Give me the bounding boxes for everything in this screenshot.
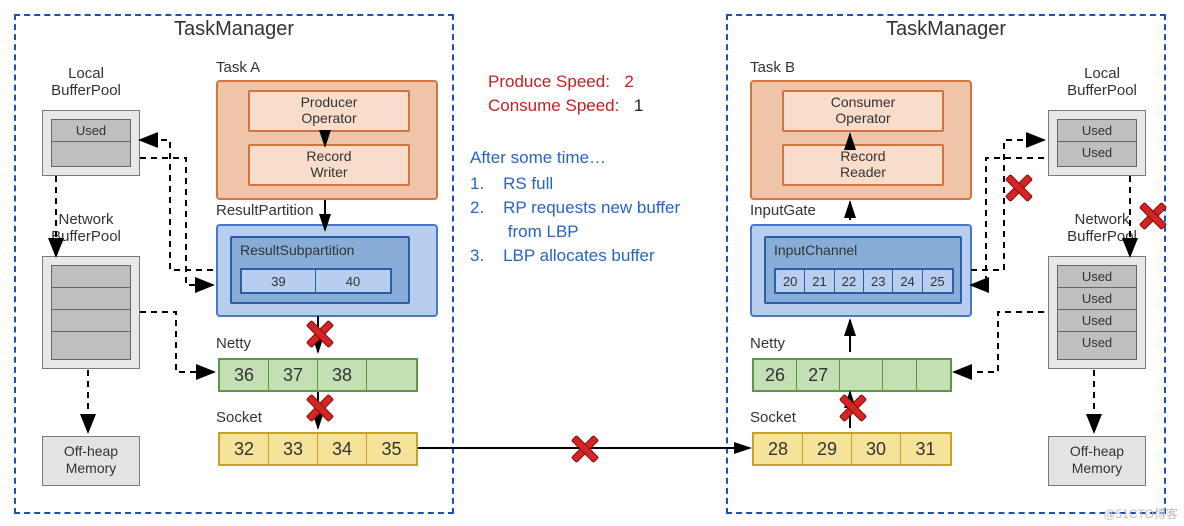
lbp-row: Used [1058, 142, 1136, 164]
task-b-container: Consumer Operator Record Reader [750, 80, 972, 200]
network-bufferpool-label-left: Network BufferPool [36, 212, 136, 245]
step2b: from LBP [470, 222, 579, 242]
socket-cell: 32 [220, 434, 269, 464]
produce-speed-value: 2 [624, 72, 633, 91]
netty-cell: 38 [318, 360, 367, 390]
consume-speed-label: Consume Speed: [488, 96, 619, 115]
input-gate-label: InputGate [750, 203, 816, 220]
nbp-row [52, 310, 130, 332]
blocked-x-icon [305, 320, 331, 346]
blocked-x-icon [838, 394, 864, 420]
socket-left: 32 33 34 35 [218, 432, 418, 466]
netty-cell: 26 [754, 360, 797, 390]
rs-cell: 40 [316, 270, 390, 292]
socket-cell: 30 [852, 434, 901, 464]
netty-label-left: Netty [216, 336, 251, 353]
socket-cell: 28 [754, 434, 803, 464]
lbp-row [52, 142, 130, 164]
rs-cell: 39 [242, 270, 316, 292]
task-a-container: Producer Operator Record Writer [216, 80, 438, 200]
blocked-x-icon [570, 435, 596, 461]
task-a-label: Task A [216, 60, 260, 77]
watermark-text: @51CTO博客 [1103, 505, 1178, 522]
lbp-row: Used [1058, 120, 1136, 142]
producer-operator-box: Producer Operator [248, 90, 410, 132]
network-bufferpool-label-right: Network BufferPool [1052, 212, 1152, 245]
netty-cell: 27 [797, 360, 840, 390]
socket-cell: 31 [901, 434, 950, 464]
socket-label-right: Socket [750, 410, 796, 427]
local-bufferpool-left: Used [42, 110, 140, 176]
consume-speed-value: 1 [634, 96, 643, 115]
result-partition-box: ResultSubpartition 39 40 [216, 224, 438, 317]
task-b-label: Task B [750, 60, 795, 77]
ic-cell: 22 [835, 270, 864, 292]
local-bufferpool-label-right: Local BufferPool [1052, 66, 1152, 99]
ic-cell: 20 [776, 270, 805, 292]
blocked-x-icon [305, 394, 331, 420]
netty-cell [917, 360, 950, 390]
nbp-row [52, 266, 130, 288]
local-bufferpool-label-left: Local BufferPool [36, 66, 136, 99]
produce-speed-label: Produce Speed: [488, 72, 610, 91]
netty-cell [840, 360, 883, 390]
nbp-row: Used [1058, 310, 1136, 332]
socket-cell: 33 [269, 434, 318, 464]
input-channel-label: InputChannel [774, 242, 857, 258]
taskmanager-right: TaskManager Local BufferPool Used Used N… [726, 14, 1166, 514]
nbp-row: Used [1058, 332, 1136, 354]
ic-cell: 24 [893, 270, 922, 292]
rs-cells: 39 40 [240, 268, 392, 294]
blocked-x-icon [1004, 174, 1030, 200]
taskmanager-right-title: TaskManager [728, 14, 1164, 41]
ic-cell: 23 [864, 270, 893, 292]
socket-right: 28 29 30 31 [752, 432, 952, 466]
step2: 2. RP requests new buffer [470, 198, 680, 218]
ic-cell: 25 [923, 270, 952, 292]
socket-cell: 34 [318, 434, 367, 464]
netty-cell: 37 [269, 360, 318, 390]
local-bufferpool-right: Used Used [1048, 110, 1146, 176]
lbp-row: Used [52, 120, 130, 142]
taskmanager-left: TaskManager Local BufferPool Used Networ… [14, 14, 454, 514]
consume-speed-line: Consume Speed: 1 [488, 96, 643, 116]
produce-speed-line: Produce Speed: 2 [488, 72, 634, 92]
taskmanager-left-title: TaskManager [16, 14, 452, 41]
network-bufferpool-right: Used Used Used Used [1048, 256, 1146, 369]
network-bufferpool-left [42, 256, 140, 369]
nbp-row: Used [1058, 288, 1136, 310]
ic-cells: 20 21 22 23 24 25 [774, 268, 954, 294]
consumer-operator-box: Consumer Operator [782, 90, 944, 132]
netty-label-right: Netty [750, 336, 785, 353]
nbp-row [52, 332, 130, 354]
record-reader-box: Record Reader [782, 144, 944, 186]
socket-cell: 35 [367, 434, 416, 464]
offheap-memory-right: Off-heap Memory [1048, 436, 1146, 486]
netty-cell [883, 360, 916, 390]
nbp-row [52, 288, 130, 310]
ic-cell: 21 [805, 270, 834, 292]
step3: 3. LBP allocates buffer [470, 246, 655, 266]
netty-cell: 36 [220, 360, 269, 390]
nbp-row: Used [1058, 266, 1136, 288]
result-subpartition-label: ResultSubpartition [240, 242, 354, 258]
netty-left: 36 37 38 [218, 358, 418, 392]
offheap-memory-left: Off-heap Memory [42, 436, 140, 486]
blocked-x-icon [1138, 202, 1164, 228]
after-some-time: After some time… [470, 148, 606, 168]
netty-cell [367, 360, 416, 390]
socket-label-left: Socket [216, 410, 262, 427]
record-writer-box: Record Writer [248, 144, 410, 186]
netty-right: 26 27 [752, 358, 952, 392]
step1: 1. RS full [470, 174, 553, 194]
input-channel-box: InputChannel 20 21 22 23 24 25 [764, 236, 962, 304]
result-partition-label: ResultPartition [216, 203, 314, 220]
result-subpartition-box: ResultSubpartition 39 40 [230, 236, 410, 304]
input-gate-box: InputChannel 20 21 22 23 24 25 [750, 224, 972, 317]
socket-cell: 29 [803, 434, 852, 464]
